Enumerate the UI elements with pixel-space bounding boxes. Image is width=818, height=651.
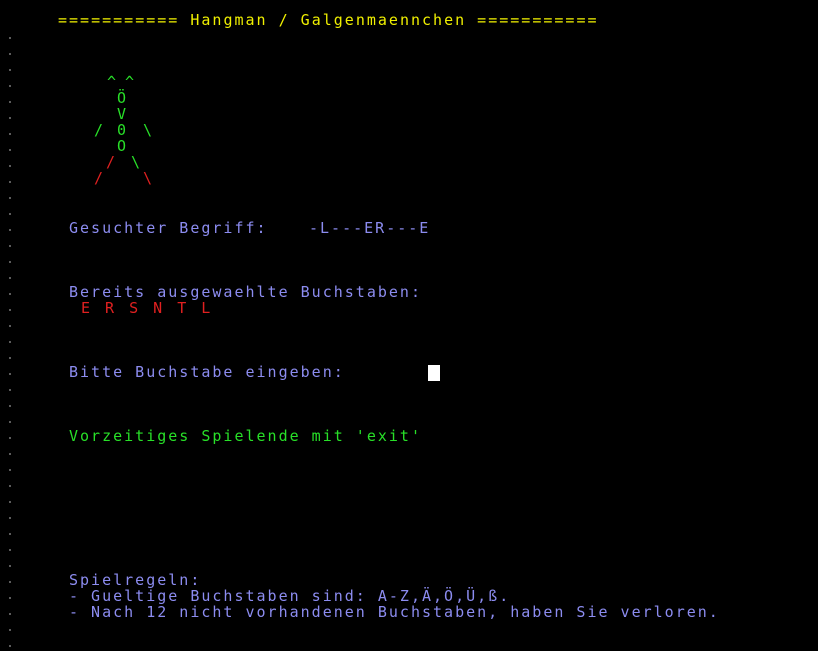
hangman-head: Ö	[117, 89, 127, 107]
page-title: =========== Hangman / Galgenmaennchen ==…	[58, 11, 599, 29]
rules-heading: Spielregeln:	[69, 571, 202, 589]
hangman-leg-right-lower: \	[143, 169, 153, 187]
hangman-leg-left-upper: /	[106, 153, 116, 171]
hangman-antennae: ^ ^	[107, 73, 135, 91]
text-input-cursor[interactable]	[428, 365, 440, 381]
exit-hint: Vorzeitiges Spielende mit 'exit'	[69, 427, 422, 445]
hangman-torso-upper: 0	[117, 121, 127, 139]
margin-dots	[8, 30, 12, 651]
hangman-leg-left-lower: /	[94, 169, 104, 187]
guessed-letters-label: Bereits ausgewaehlte Buchstaben:	[69, 283, 422, 301]
hangman-arm-left: /	[94, 121, 104, 139]
rules-line-losing: - Nach 12 nicht vorhandenen Buchstaben, …	[69, 603, 720, 621]
search-term-pattern: -L---ER---E	[309, 219, 431, 237]
hangman-leg-right-upper: \	[131, 153, 141, 171]
search-term-label: Gesuchter Begriff:	[69, 219, 268, 237]
hangman-torso-lower: O	[117, 137, 127, 155]
letter-prompt-label: Bitte Buchstabe eingeben:	[69, 363, 345, 381]
rules-line-valid-letters: - Gueltige Buchstaben sind: A-Z,Ä,Ö,Ü,ß.	[69, 587, 511, 605]
hangman-figure: ^ ^ Ö V / 0 \ O / \ / \	[80, 74, 170, 190]
hangman-neck: V	[117, 105, 127, 123]
terminal-screen: =========== Hangman / Galgenmaennchen ==…	[0, 0, 818, 651]
hangman-arm-right: \	[143, 121, 153, 139]
guessed-letters-list: E R S N T L	[81, 299, 214, 317]
